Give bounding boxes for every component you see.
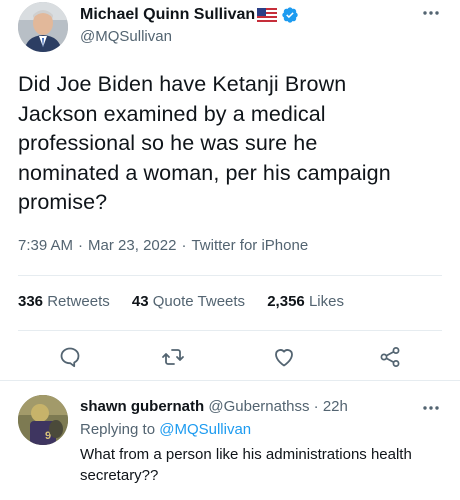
divider (18, 275, 442, 276)
reply-text: What from a person like his administrati… (80, 446, 412, 484)
reply-author-handle[interactable]: @Gubernathss (208, 398, 309, 415)
retweets-count: 336 (18, 293, 44, 310)
quote-tweets-count: 43 (131, 293, 149, 310)
meta-separator: · (181, 237, 187, 254)
more-options-icon[interactable] (420, 401, 442, 415)
divider (18, 330, 442, 331)
divider (0, 380, 460, 381)
likes-count: 2,356 (267, 293, 305, 310)
tweet-stats: 336 Retweets 43 Quote Tweets 2,356 Likes (18, 293, 362, 310)
author-avatar-image (18, 2, 68, 52)
tweet-meta: 7:39 AM · Mar 23, 2022 · Twitter for iPhone (18, 237, 308, 254)
reply-separator: · (313, 398, 319, 415)
reply-icon (60, 347, 80, 368)
tweet-time[interactable]: 7:39 AM (18, 237, 73, 254)
verified-badge-icon (282, 7, 298, 23)
meta-separator: · (78, 237, 84, 254)
tweet-source[interactable]: Twitter for iPhone (191, 237, 308, 254)
quote-tweets-stat[interactable]: 43 Quote Tweets (132, 293, 245, 310)
replying-to-line: Replying to @MQSullivan (80, 421, 251, 438)
likes-label: Likes (308, 293, 344, 310)
author-name[interactable]: Michael Quinn Sullivan (80, 6, 299, 24)
tweet-detail-view: Michael Quinn Sullivan @MQSullivan Did J… (0, 0, 460, 500)
retweet-icon (162, 349, 184, 365)
heart-icon (275, 349, 293, 367)
more-options-icon[interactable] (420, 6, 442, 20)
share-icon (380, 347, 400, 367)
quote-tweets-label: Quote Tweets (152, 293, 246, 310)
tweet-action-bar (0, 345, 460, 373)
retweets-label: Retweets (47, 293, 110, 310)
replying-to-prefix: Replying to (80, 421, 156, 438)
replying-to-handle-link[interactable]: @MQSullivan (159, 421, 251, 438)
reply-author-avatar[interactable]: 9 (18, 395, 68, 445)
likes-stat[interactable]: 2,356 Likes (267, 293, 344, 310)
author-handle[interactable]: @MQSullivan (80, 28, 172, 45)
retweet-button[interactable] (161, 345, 189, 373)
tweet-date[interactable]: Mar 23, 2022 (88, 237, 176, 254)
share-button[interactable] (378, 345, 406, 373)
retweets-stat[interactable]: 336 Retweets (18, 293, 110, 310)
reply-avatar-image: 9 (18, 395, 68, 445)
reply-timestamp[interactable]: 22h (323, 398, 348, 415)
reply-button[interactable] (58, 345, 86, 373)
tweet-text: Did Joe Biden have Ketanji Brown Jackson… (18, 72, 391, 214)
like-button[interactable] (272, 345, 300, 373)
reply-author-name[interactable]: shawn gubernath (80, 398, 204, 415)
author-name-text: Michael Quinn Sullivan (80, 6, 256, 23)
reply-header: shawn gubernath @Gubernathss · 22h (80, 398, 348, 415)
us-flag-icon (257, 8, 278, 22)
author-avatar[interactable] (18, 2, 68, 52)
